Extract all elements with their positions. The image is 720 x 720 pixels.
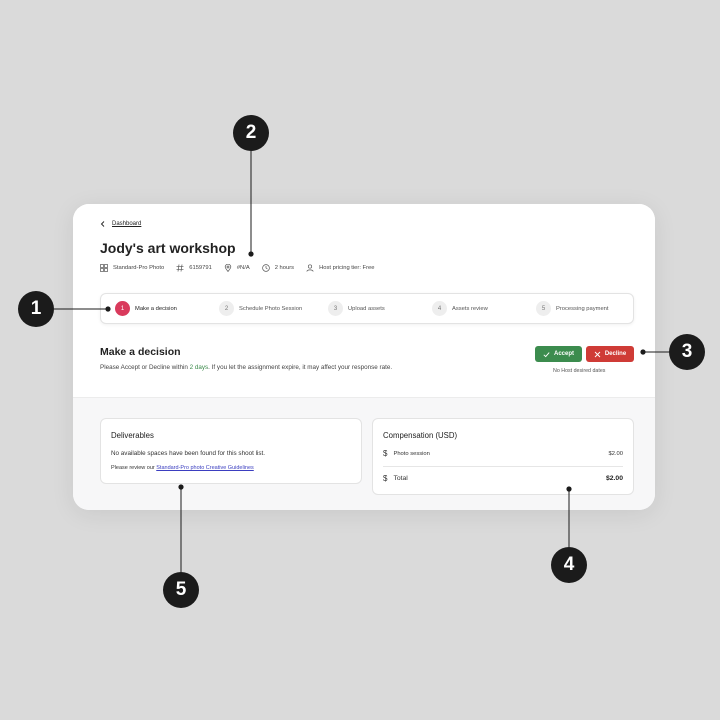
callout-marker-5: 5 [163, 572, 199, 608]
callout-marker-4: 4 [551, 547, 587, 583]
callout-marker-1: 1 [18, 291, 54, 327]
callout-marker-2: 2 [233, 115, 269, 151]
callout-leader-lines [54, 151, 669, 572]
callout-marker-3: 3 [669, 334, 705, 370]
